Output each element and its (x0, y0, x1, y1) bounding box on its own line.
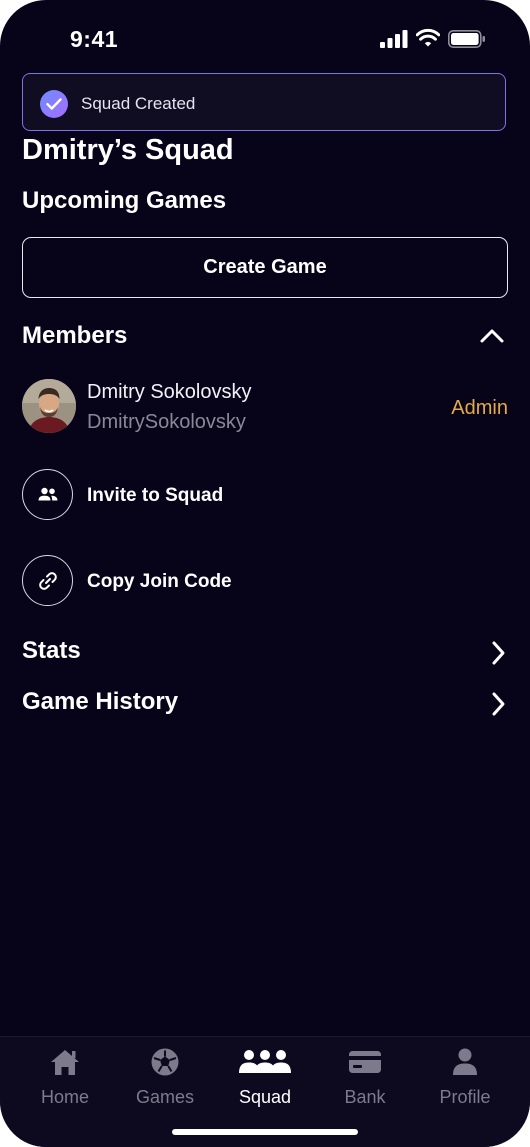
invite-to-squad-button[interactable]: Invite to Squad (22, 469, 422, 523)
people-icon (38, 487, 58, 501)
status-time: 9:41 (70, 26, 119, 52)
tab-games[interactable]: Games (115, 1047, 215, 1109)
tab-squad[interactable]: Squad (215, 1047, 315, 1109)
card-icon (349, 1051, 381, 1073)
tab-profile[interactable]: Profile (415, 1047, 515, 1109)
chevron-right-icon (492, 641, 505, 665)
tab-games-label: Games (135, 1087, 195, 1107)
copy-code-icon-circle (22, 555, 73, 606)
member-handle: DmitrySokolovsky (87, 411, 246, 433)
check-circle-icon (40, 90, 68, 118)
invite-icon-circle (22, 469, 73, 520)
signal-icon (380, 30, 408, 48)
stats-label: Stats (22, 637, 81, 664)
member-name: Dmitry Sokolovsky (87, 381, 252, 403)
person-icon (453, 1048, 477, 1075)
status-bar: 9:41 (0, 0, 530, 70)
create-game-button[interactable]: Create Game (22, 237, 508, 298)
member-row[interactable]: Dmitry Sokolovsky DmitrySokolovsky Admin (22, 379, 508, 435)
group-icon (239, 1050, 291, 1073)
tab-bank[interactable]: Bank (315, 1047, 415, 1109)
chevron-up-icon[interactable] (478, 322, 506, 350)
game-history-label: Game History (22, 688, 179, 715)
squad-title: Dmitry’s Squad (22, 134, 234, 166)
phone-screen: 9:41 Squad Created Dmitry’s Squad Upcomi… (0, 0, 530, 1147)
upcoming-games-heading: Upcoming Games (22, 187, 227, 214)
tab-home[interactable]: Home (15, 1047, 115, 1109)
wifi-icon (416, 28, 440, 47)
squad-created-toast: Squad Created (22, 73, 506, 131)
member-role-badge: Admin (451, 397, 508, 419)
invite-to-squad-label: Invite to Squad (87, 485, 224, 506)
link-icon (39, 572, 57, 590)
battery-icon (448, 30, 485, 48)
home-icon (51, 1050, 79, 1075)
soccer-ball-icon (151, 1048, 179, 1076)
toast-message: Squad Created (81, 94, 196, 113)
tab-squad-label: Squad (238, 1087, 292, 1107)
tab-home-label: Home (40, 1087, 89, 1107)
copy-join-code-label: Copy Join Code (87, 571, 232, 592)
game-history-row[interactable]: Game History (22, 688, 508, 722)
copy-join-code-button[interactable]: Copy Join Code (22, 555, 422, 609)
home-indicator (172, 1129, 358, 1135)
members-heading: Members (22, 322, 128, 349)
tab-bank-label: Bank (344, 1087, 386, 1107)
tab-profile-label: Profile (439, 1087, 491, 1107)
avatar (22, 379, 76, 433)
stats-row[interactable]: Stats (22, 637, 508, 671)
chevron-right-icon (492, 692, 505, 716)
